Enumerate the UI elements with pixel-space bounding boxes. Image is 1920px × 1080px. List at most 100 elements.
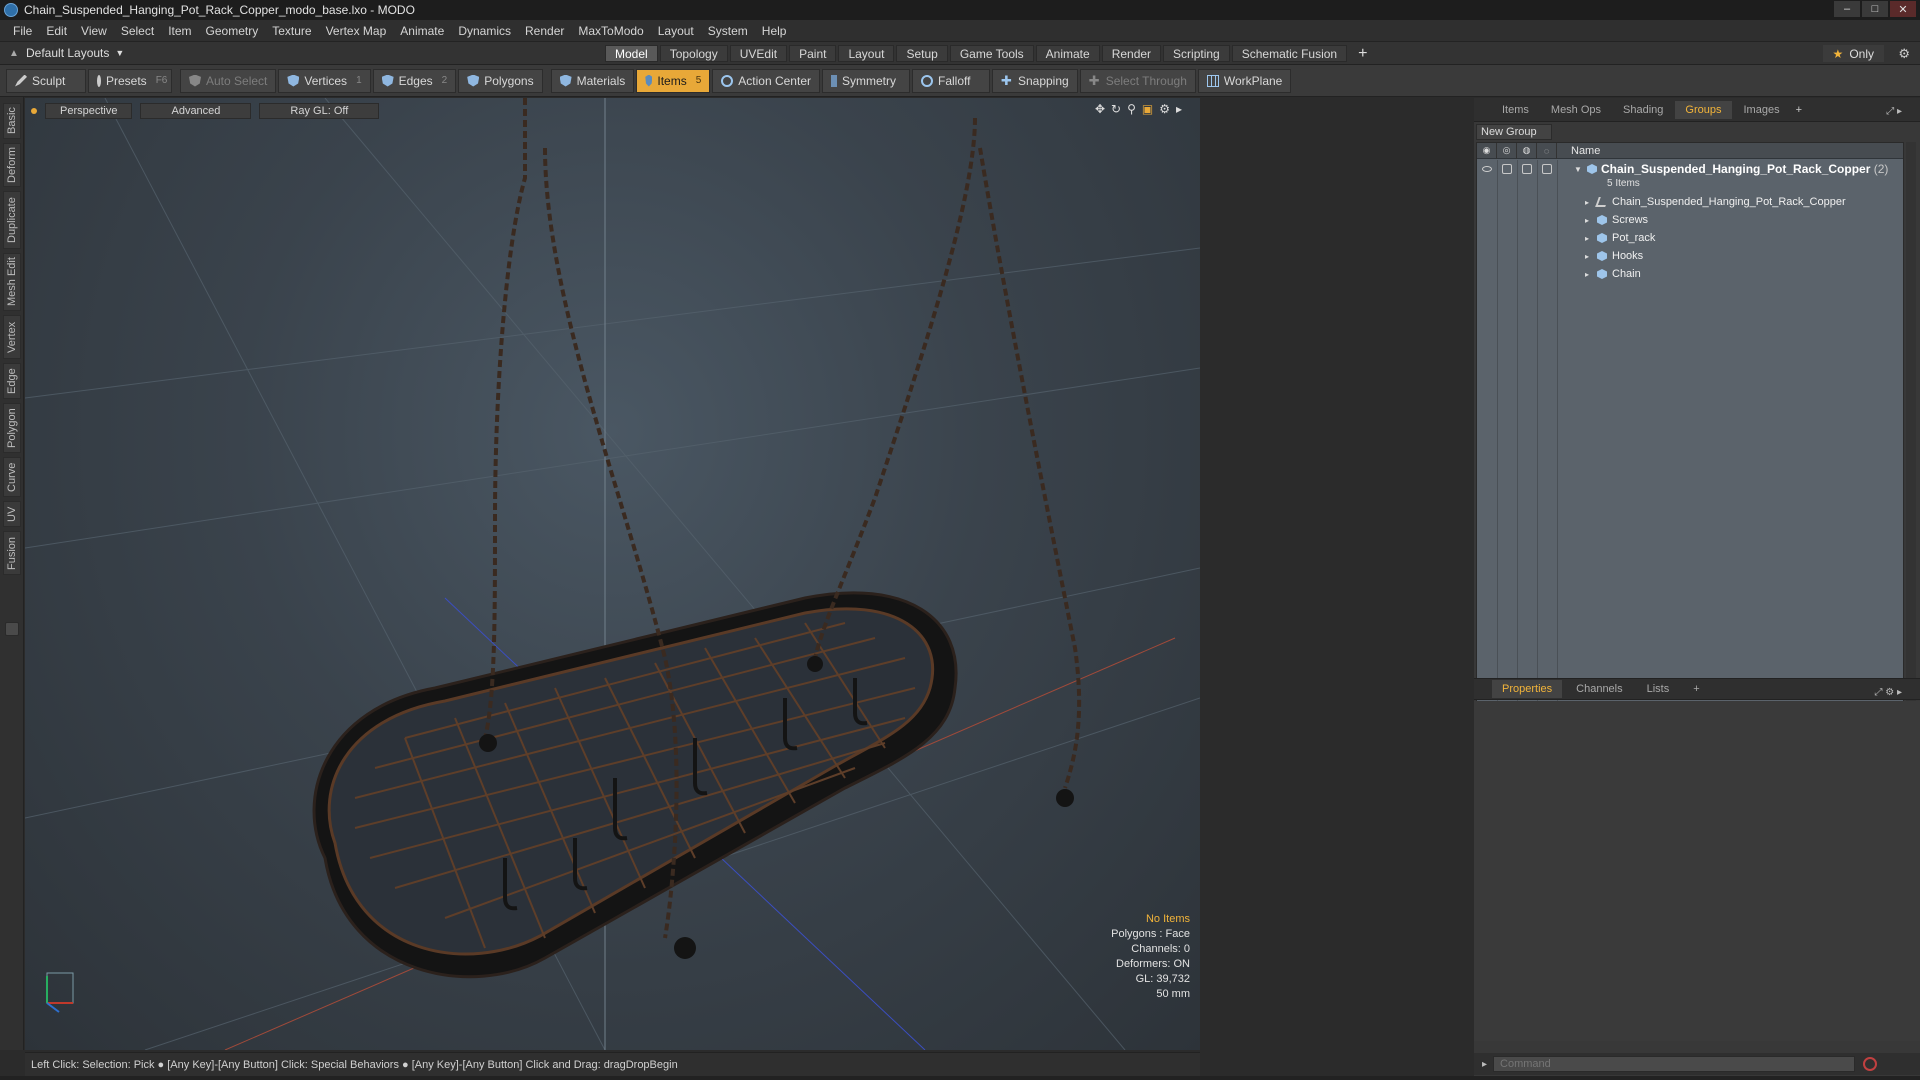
layout-pin-icon[interactable]: ▲ <box>8 48 20 59</box>
tab-uvedit[interactable]: UVEdit <box>729 45 788 62</box>
tab-shading[interactable]: Shading <box>1613 101 1673 119</box>
add-tab-button[interactable]: + <box>1349 45 1376 62</box>
menu-render[interactable]: Render <box>518 24 571 38</box>
items-button[interactable]: Items 5 <box>636 68 711 93</box>
expand-triangle-icon[interactable]: ▸ <box>1585 234 1589 243</box>
tab-fusion[interactable]: Fusion <box>3 531 21 575</box>
expand-triangle-icon[interactable]: ▸ <box>1585 216 1589 225</box>
sculpt-button[interactable]: Sculpt <box>6 68 86 93</box>
tab-duplicate[interactable]: Duplicate <box>3 191 21 249</box>
expand-triangle-icon[interactable]: ▸ <box>1585 198 1589 207</box>
outliner-scrollbar[interactable] <box>1906 142 1916 770</box>
tab-lists[interactable]: Lists <box>1637 680 1680 698</box>
tab-scripting[interactable]: Scripting <box>1163 45 1230 62</box>
tab-polygon[interactable]: Polygon <box>3 403 21 453</box>
materials-button[interactable]: Materials <box>550 68 635 93</box>
tab-channels[interactable]: Channels <box>1566 680 1632 698</box>
lock-column-icon[interactable]: ◎ <box>1497 143 1517 159</box>
minimize-button[interactable]: – <box>1834 1 1860 17</box>
menu-select[interactable]: Select <box>114 24 161 38</box>
menu-animate[interactable]: Animate <box>393 24 451 38</box>
tab-deform[interactable]: Deform <box>3 143 21 187</box>
expand-triangle-icon[interactable]: ▸ <box>1585 270 1589 279</box>
list-item[interactable]: ▸ Screws <box>1477 211 1903 229</box>
polygons-button[interactable]: Polygons <box>458 68 543 93</box>
add-properties-tab-button[interactable]: + <box>1683 680 1709 698</box>
tab-mesh-edit[interactable]: Mesh Edit <box>3 253 21 311</box>
vertices-button[interactable]: Vertices 1 <box>278 68 371 93</box>
command-history-arrow-icon[interactable]: ▸ <box>1482 1059 1487 1070</box>
menu-geometry[interactable]: Geometry <box>199 24 266 38</box>
viewport-menu-dot[interactable] <box>31 108 37 114</box>
list-item[interactable]: ▸ Chain <box>1477 265 1903 283</box>
snapping-button[interactable]: ✚ Snapping <box>991 68 1078 93</box>
tab-model[interactable]: Model <box>605 45 658 62</box>
tab-curve[interactable]: Curve <box>3 457 21 497</box>
menu-help[interactable]: Help <box>755 24 794 38</box>
only-toggle[interactable]: ★ Only <box>1822 45 1884 62</box>
view-type-button[interactable]: Perspective <box>45 103 133 119</box>
tab-basic[interactable]: Basic <box>3 103 21 139</box>
close-button[interactable]: ✕ <box>1890 1 1916 17</box>
rotate-icon[interactable]: ↻ <box>1111 102 1121 116</box>
menu-vertex-map[interactable]: Vertex Map <box>319 24 394 38</box>
new-group-button[interactable]: New Group <box>1476 124 1552 140</box>
groups-outliner[interactable]: ◉ ◎ ◍ ◌ Name ▼ Chain_Suspended_Hanging_P… <box>1476 142 1904 770</box>
menu-dynamics[interactable]: Dynamics <box>451 24 518 38</box>
tab-uv[interactable]: UV <box>3 501 21 527</box>
tab-setup[interactable]: Setup <box>896 45 948 62</box>
gear-icon[interactable]: ⚙ <box>1898 46 1910 62</box>
tab-render[interactable]: Render <box>1101 45 1162 62</box>
tab-animate[interactable]: Animate <box>1035 45 1100 62</box>
menu-texture[interactable]: Texture <box>265 24 318 38</box>
panel-expand-icon[interactable]: ⤢ ▸ <box>1876 103 1912 120</box>
menu-file[interactable]: File <box>6 24 39 38</box>
tab-edge[interactable]: Edge <box>3 363 21 399</box>
tab-mesh-ops[interactable]: Mesh Ops <box>1541 101 1611 119</box>
tab-vertex[interactable]: Vertex <box>3 315 21 359</box>
tab-schematic-fusion[interactable]: Schematic Fusion <box>1231 45 1348 62</box>
tab-items[interactable]: Items <box>1492 101 1539 119</box>
symmetry-button[interactable]: Symmetry <box>821 68 910 93</box>
presets-button[interactable]: Presets F6 <box>88 68 172 93</box>
viewport-gear-icon[interactable]: ⚙ <box>1159 102 1170 116</box>
zoom-icon[interactable]: ⚲ <box>1127 102 1136 116</box>
tab-topology[interactable]: Topology <box>659 45 728 62</box>
menu-view[interactable]: View <box>74 24 114 38</box>
name-column-header[interactable]: Name <box>1557 145 1600 157</box>
shading-mode-button[interactable]: Advanced <box>140 103 252 119</box>
render-column-icon[interactable]: ◍ <box>1517 143 1537 159</box>
expand-triangle-icon[interactable]: ▸ <box>1585 252 1589 261</box>
lock-checkbox[interactable] <box>1502 164 1512 174</box>
visibility-eye-icon[interactable] <box>1482 166 1492 172</box>
menu-layout[interactable]: Layout <box>651 24 701 38</box>
render-checkbox[interactable] <box>1522 164 1532 174</box>
menu-maxtomodo[interactable]: MaxToModo <box>571 24 650 38</box>
edges-button[interactable]: Edges 2 <box>372 68 457 93</box>
3d-viewport[interactable]: Perspective Advanced Ray GL: Off ✥ ↻ ⚲ ▣… <box>25 98 1200 1050</box>
list-item[interactable]: ▸ Hooks <box>1477 247 1903 265</box>
add-panel-tab-button[interactable]: + <box>1792 104 1806 116</box>
group-row[interactable]: ▼ Chain_Suspended_Hanging_Pot_Rack_Coppe… <box>1477 160 1903 178</box>
visibility-column-icon[interactable]: ◉ <box>1477 143 1497 159</box>
tab-game-tools[interactable]: Game Tools <box>949 45 1034 62</box>
select-through-button[interactable]: ✚ Select Through <box>1079 68 1196 93</box>
list-item[interactable]: ▸ Chain_Suspended_Hanging_Pot_Rack_Coppe… <box>1477 193 1903 211</box>
panel-toggle-button[interactable] <box>5 622 19 636</box>
expand-triangle-icon[interactable]: ▼ <box>1574 165 1582 174</box>
layout-selector[interactable]: ▲ Default Layouts ▼ <box>8 46 124 60</box>
maximize-button[interactable]: □ <box>1862 1 1888 17</box>
tab-groups[interactable]: Groups <box>1675 100 1732 119</box>
tab-properties[interactable]: Properties <box>1492 680 1563 698</box>
tab-paint[interactable]: Paint <box>789 45 837 62</box>
auto-select-button[interactable]: Auto Select <box>180 68 277 93</box>
properties-expand-icon[interactable]: ⤢ ⚙ ▸ <box>1864 684 1912 701</box>
tab-layout[interactable]: Layout <box>838 45 895 62</box>
workplane-button[interactable]: WorkPlane <box>1197 68 1292 93</box>
select-checkbox[interactable] <box>1542 164 1552 174</box>
command-input[interactable] <box>1493 1056 1856 1072</box>
raygl-button[interactable]: Ray GL: Off <box>259 103 380 119</box>
pan-icon[interactable]: ✥ <box>1095 102 1105 116</box>
falloff-button[interactable]: Falloff <box>911 68 990 93</box>
stop-icon[interactable] <box>1863 1057 1878 1071</box>
